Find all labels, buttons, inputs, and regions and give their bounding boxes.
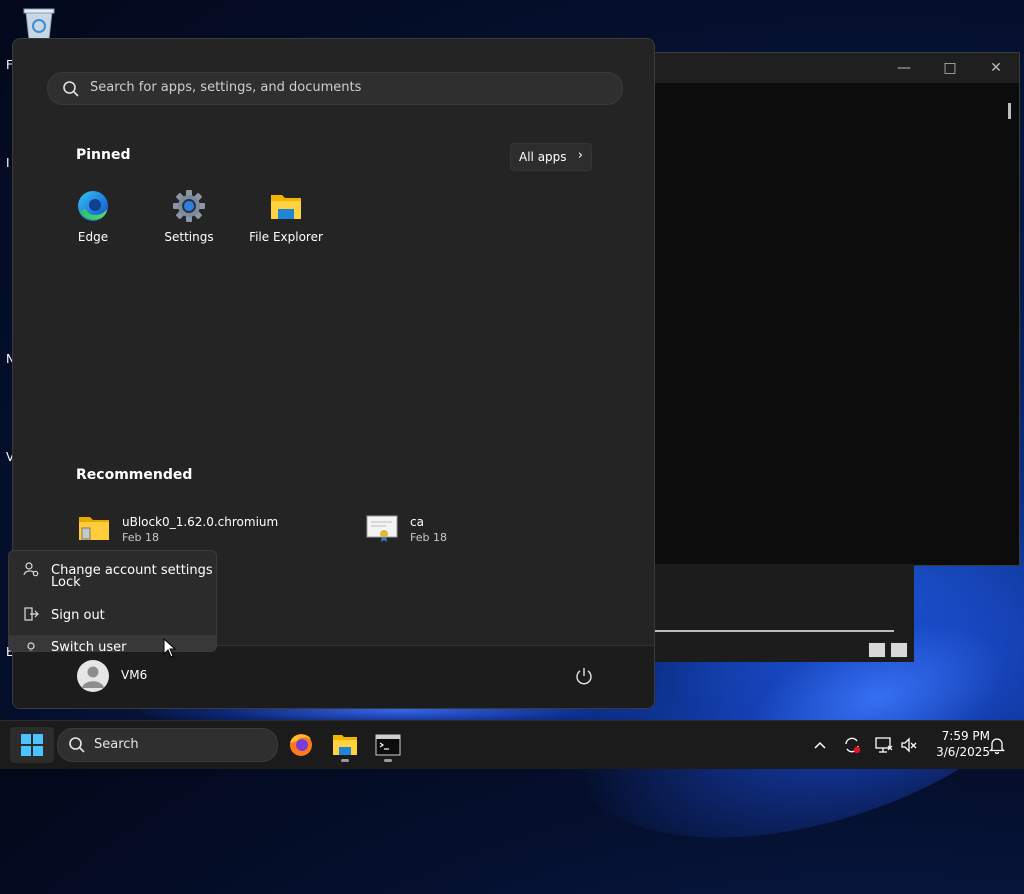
menu-item-lock[interactable]: Lock	[9, 569, 216, 590]
sync-icon[interactable]	[842, 735, 862, 755]
account-menu: Change account settings Lock Sign out Sw…	[8, 550, 217, 652]
recommended-item-ublock[interactable]: uBlock0_1.62.0.chromium Feb 18	[78, 513, 298, 547]
preview-view-icon[interactable]	[890, 642, 908, 658]
windows-logo-icon	[21, 734, 43, 756]
power-icon[interactable]	[574, 666, 594, 686]
all-apps-label: All apps	[519, 150, 567, 164]
mouse-cursor-icon	[163, 638, 177, 658]
pinned-app-settings[interactable]: Settings	[147, 189, 231, 244]
desktop-icon-label-fragment: I	[6, 156, 10, 170]
minimize-button[interactable]: —	[881, 53, 927, 83]
start-search-placeholder: Search for apps, settings, and documents	[90, 80, 362, 95]
taskbar-app-file-explorer[interactable]	[325, 727, 365, 763]
start-search-input[interactable]: Search for apps, settings, and documents	[47, 72, 623, 105]
terminal-titlebar[interactable]: — □ ✕	[653, 53, 1019, 83]
maximize-button[interactable]: □	[927, 53, 973, 83]
menu-item-label: Sign out	[51, 608, 105, 623]
recycle-bin-icon[interactable]	[20, 6, 58, 40]
pinned-app-file-explorer[interactable]: File Explorer	[244, 189, 328, 244]
file-explorer-icon	[269, 189, 303, 223]
recommended-item-name: ca	[410, 515, 424, 529]
search-icon	[63, 81, 79, 97]
recommended-item-date: Feb 18	[410, 531, 447, 544]
user-name[interactable]: VM6	[121, 668, 147, 682]
pinned-app-label: Settings	[164, 230, 214, 244]
terminal-window[interactable]: — □ ✕	[652, 52, 1020, 566]
volume-muted-icon[interactable]	[899, 735, 919, 755]
menu-item-sign-out[interactable]: Sign out	[9, 600, 216, 630]
taskbar: Search 7:59 PM 3/6/2025	[0, 720, 1024, 769]
user-icon	[82, 666, 104, 688]
system-clock[interactable]: 7:59 PM 3/6/2025	[920, 728, 990, 760]
file-explorer-icon	[333, 735, 357, 755]
taskbar-search-input[interactable]: Search	[57, 728, 278, 762]
network-icon[interactable]	[874, 735, 894, 755]
close-button[interactable]: ✕	[973, 53, 1019, 83]
terminal-icon	[375, 734, 401, 756]
chevron-up-icon[interactable]	[810, 735, 830, 755]
recommended-item-ca[interactable]: ca Feb 18	[366, 513, 516, 547]
progress-bar	[652, 630, 894, 632]
switch-user-icon	[27, 642, 35, 651]
clock-date: 3/6/2025	[936, 745, 990, 759]
pinned-heading: Pinned	[76, 147, 131, 163]
menu-item-label: Switch user	[51, 640, 127, 652]
running-indicator	[341, 759, 349, 762]
clock-time: 7:59 PM	[941, 729, 990, 743]
search-icon	[69, 737, 85, 753]
running-indicator	[384, 759, 392, 762]
background-window-lower	[652, 564, 914, 662]
notification-bell-icon[interactable]	[987, 735, 1007, 755]
recommended-item-name: uBlock0_1.62.0.chromium	[122, 515, 279, 529]
recommended-item-date: Feb 18	[122, 531, 159, 544]
menu-item-switch-user[interactable]: Switch user	[9, 635, 216, 652]
details-view-icon[interactable]	[868, 642, 886, 658]
certificate-icon	[366, 513, 398, 543]
recommended-heading: Recommended	[76, 467, 193, 483]
zip-folder-icon	[78, 513, 110, 543]
chevron-right-icon: ›	[577, 148, 583, 163]
start-user-bar: VM6	[13, 645, 654, 708]
taskbar-search-placeholder: Search	[94, 737, 139, 752]
taskbar-app-firefox[interactable]	[281, 727, 321, 763]
start-button[interactable]	[10, 727, 54, 763]
menu-item-label: Lock	[51, 575, 81, 590]
sign-out-icon	[24, 607, 39, 621]
all-apps-button[interactable]: All apps ›	[510, 143, 592, 171]
edge-icon	[76, 189, 110, 223]
terminal-scrollbar[interactable]	[1008, 103, 1011, 119]
avatar[interactable]	[77, 660, 109, 692]
firefox-icon	[290, 734, 312, 756]
taskbar-app-terminal[interactable]	[368, 727, 408, 763]
settings-gear-icon	[172, 189, 206, 223]
pinned-app-edge[interactable]: Edge	[51, 189, 135, 244]
pinned-app-label: File Explorer	[249, 230, 323, 244]
pinned-app-label: Edge	[77, 230, 109, 244]
